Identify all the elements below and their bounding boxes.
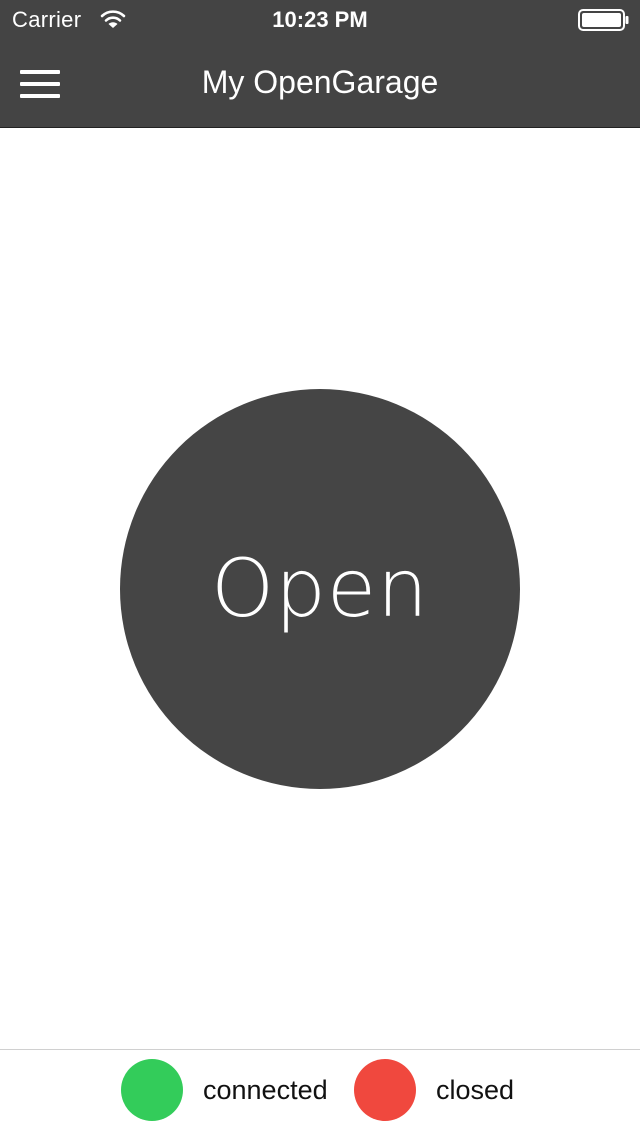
connection-status-indicator xyxy=(121,1059,183,1121)
connection-status-label: connected xyxy=(203,1075,328,1105)
open-button-label: Open xyxy=(211,541,429,635)
door-status-indicator xyxy=(354,1059,416,1121)
open-door-button[interactable]: Open xyxy=(120,389,520,789)
door-status-label: closed xyxy=(436,1075,515,1105)
status-footer: connected closed xyxy=(0,1049,640,1136)
app-header: Carrier 10:23 PM My OpenGarage xyxy=(0,0,640,128)
status-time: 10:23 PM xyxy=(272,7,368,32)
status-bar: Carrier 10:23 PM xyxy=(0,0,640,40)
navigation-bar: My OpenGarage xyxy=(0,40,640,127)
page-title: My OpenGarage xyxy=(201,64,439,100)
app-screen: Carrier 10:23 PM My OpenGarage Open conn… xyxy=(0,0,640,1136)
battery-icon xyxy=(578,9,629,31)
